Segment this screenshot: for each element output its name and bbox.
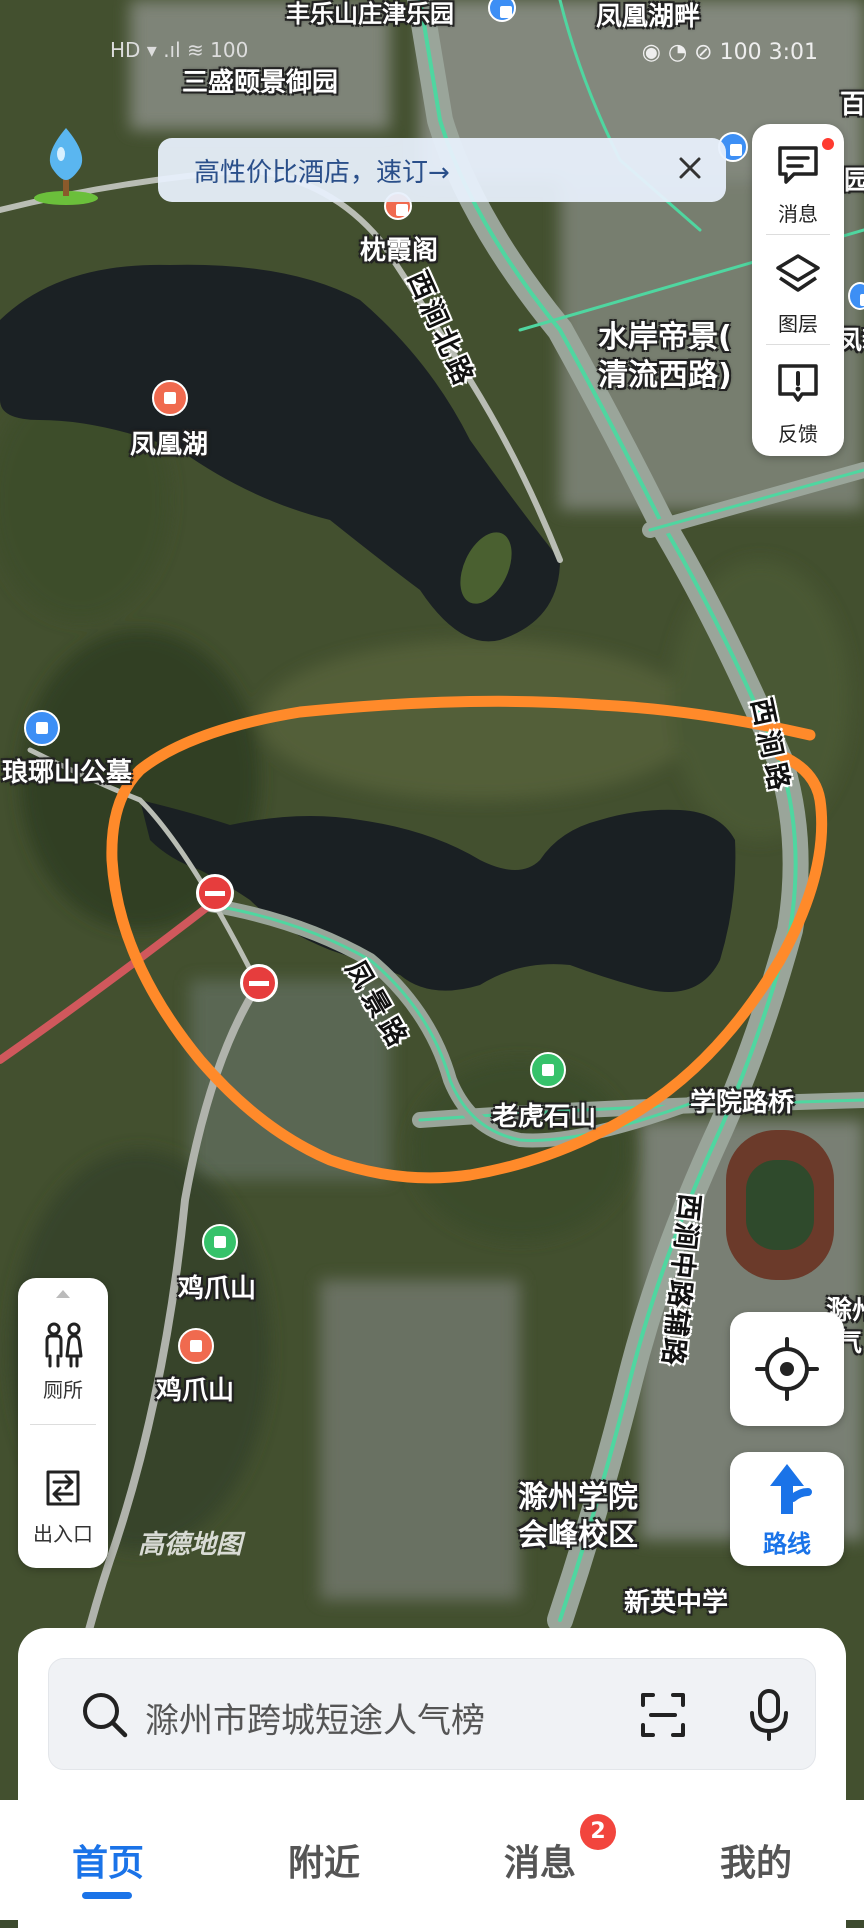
poi-pin-icon[interactable] <box>24 710 60 746</box>
status-bar-left: HD ▾ .ıl ≋ 100 <box>110 38 249 62</box>
route-button[interactable]: 路线 <box>730 1452 844 1566</box>
poi-pin-icon[interactable] <box>530 1052 566 1088</box>
active-tab-indicator <box>82 1892 132 1899</box>
toilet-button[interactable]: 厕所 <box>18 1296 108 1406</box>
messages-label: 消息 <box>778 202 818 226</box>
messages-badge: 2 <box>580 1814 616 1850</box>
poi-pin-icon[interactable] <box>178 1328 214 1364</box>
unread-dot <box>822 138 834 150</box>
map-label-laohushi[interactable]: 老虎石山 <box>492 1096 596 1133</box>
map-label-sansheng[interactable]: 三盛颐景御园 <box>182 62 338 99</box>
map-label-zhenxia[interactable]: 枕霞阁 <box>360 230 438 267</box>
entrance-label: 出入口 <box>33 1522 93 1546</box>
layers-label: 图层 <box>778 312 818 336</box>
scan-icon[interactable] <box>637 1689 689 1741</box>
tab-mine[interactable]: 我的 <box>686 1834 826 1886</box>
promo-text[interactable]: 高性价比酒店，速订→ <box>194 152 450 189</box>
toilet-label: 厕所 <box>43 1378 83 1402</box>
map-label-jizhua-mountain-2[interactable]: 鸡爪山 <box>156 1370 234 1407</box>
divider <box>766 344 830 345</box>
divider <box>766 234 830 235</box>
feedback-icon <box>778 364 818 402</box>
map-label-edge-right-1: 百 <box>840 90 864 120</box>
search-input[interactable]: 滁州市跨城短途人气榜 <box>48 1658 816 1770</box>
route-label: 路线 <box>763 1530 811 1558</box>
tree-icon[interactable] <box>28 124 104 206</box>
map-tools-panel: 消息 图层 反馈 <box>752 124 844 456</box>
map-label-langshan-cemetery[interactable]: 琅琊山公墓 <box>2 752 132 789</box>
microphone-icon[interactable] <box>747 1687 791 1743</box>
poi-pin-icon[interactable] <box>202 1224 238 1260</box>
toilet-icon <box>45 1322 83 1368</box>
amap-watermark: 高德地图 <box>138 1530 243 1560</box>
route-arrow-icon <box>770 1464 812 1514</box>
entrance-icon <box>46 1470 80 1506</box>
map-label-jizhua-mountain[interactable]: 鸡爪山 <box>178 1268 256 1305</box>
search-icon <box>83 1693 128 1738</box>
map-label-chuzhou-college-2[interactable]: 会峰校区 <box>518 1510 638 1554</box>
locate-icon <box>755 1337 819 1401</box>
layers-icon <box>776 254 820 292</box>
entrance-button[interactable]: 出入口 <box>18 1440 108 1550</box>
map-label-shuian-2[interactable]: 清流西路) <box>598 350 732 394</box>
bottom-tab-bar: 首页 附近 消息 2 我的 <box>0 1800 864 1920</box>
messages-button[interactable]: 消息 <box>752 126 844 234</box>
facility-panel: 厕所 出入口 <box>18 1278 108 1568</box>
message-icon <box>778 146 818 184</box>
map-label-fenghuang-lake[interactable]: 凤凰湖 <box>130 424 208 461</box>
locate-me-button[interactable] <box>730 1312 844 1426</box>
hotel-promo-banner[interactable]: 高性价比酒店，速订→ <box>158 138 726 202</box>
tab-nearby[interactable]: 附近 <box>254 1834 394 1886</box>
no-entry-icon[interactable] <box>240 964 278 1002</box>
feedback-label: 反馈 <box>778 422 818 446</box>
status-bar: HD ▾ .ıl ≋ 100 ◉ ◔ ⊘ 100 3:01 <box>0 0 864 65</box>
layers-button[interactable]: 图层 <box>752 236 844 344</box>
map-label-xueyuan-bridge: 学院路桥 <box>690 1088 795 1118</box>
search-placeholder: 滁州市跨城短途人气榜 <box>145 1701 485 1741</box>
tab-home[interactable]: 首页 <box>38 1834 178 1886</box>
map-label-edge-right-3: 园 <box>844 166 864 196</box>
status-bar-right: ◉ ◔ ⊘ 100 3:01 <box>641 40 818 65</box>
close-icon[interactable] <box>672 150 708 186</box>
feedback-button[interactable]: 反馈 <box>752 346 844 454</box>
poi-pin-icon[interactable] <box>152 380 188 416</box>
divider <box>30 1424 96 1425</box>
map-label-xinying-school[interactable]: 新英中学 <box>624 1582 728 1619</box>
no-entry-icon[interactable] <box>196 874 234 912</box>
